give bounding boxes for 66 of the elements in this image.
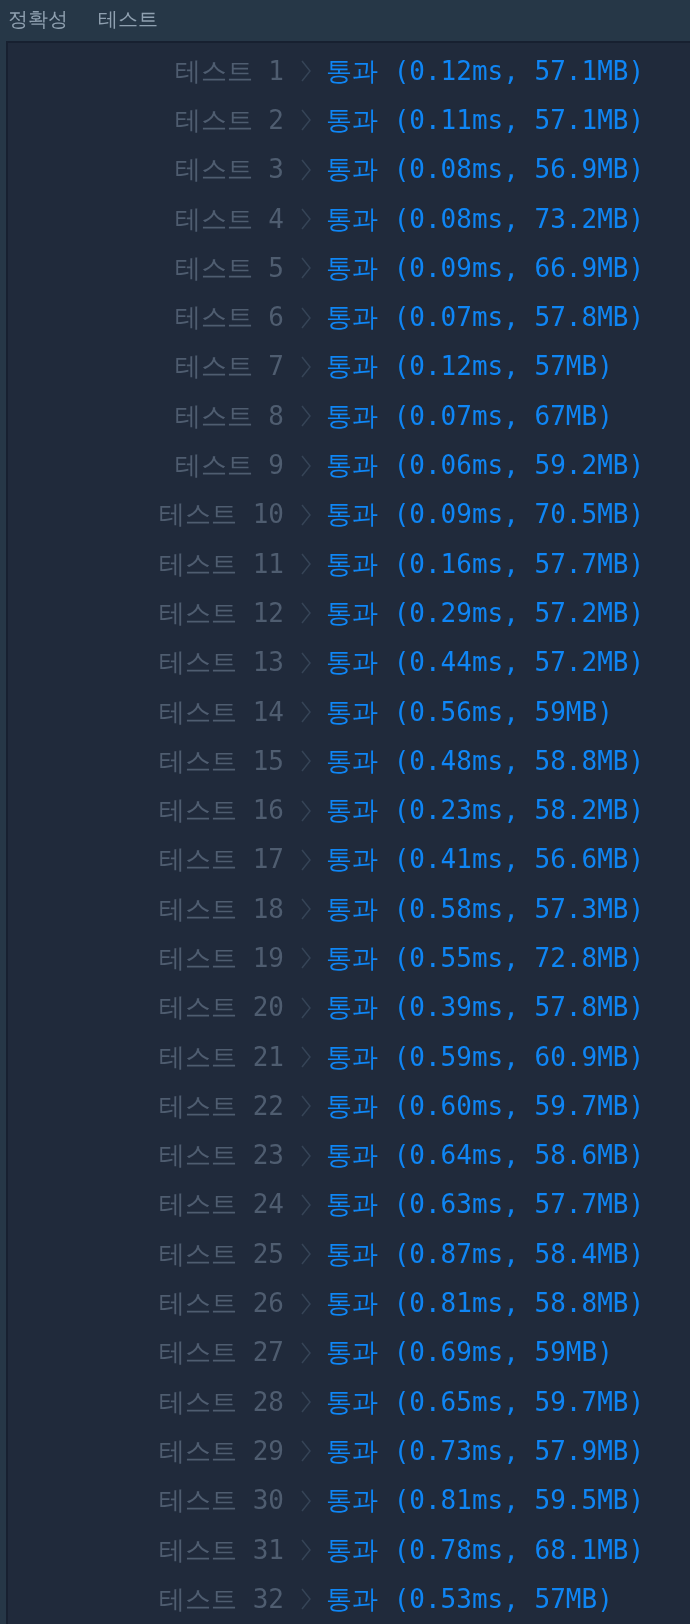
chevron-icon: [300, 157, 312, 182]
test-result: 통과 (0.63ms, 57.7MB): [326, 1188, 645, 1222]
chevron-icon: [300, 1538, 312, 1563]
header-label: 정확성: [8, 5, 68, 33]
test-result: 통과 (0.65ms, 59.7MB): [326, 1385, 645, 1419]
test-result: 통과 (0.48ms, 58.8MB): [326, 744, 645, 778]
test-result: 통과 (0.29ms, 57.2MB): [326, 596, 645, 630]
test-result: 통과 (0.81ms, 59.5MB): [326, 1484, 645, 1518]
chevron-icon: [300, 1390, 312, 1415]
test-result: 통과 (0.69ms, 59MB): [326, 1336, 613, 1370]
test-result: 통과 (0.58ms, 57.3MB): [326, 892, 645, 926]
test-result: 통과 (0.07ms, 57.8MB): [326, 301, 645, 335]
chevron-icon: [300, 453, 312, 478]
chevron-icon: [300, 404, 312, 429]
test-result: 통과 (0.78ms, 68.1MB): [326, 1533, 645, 1567]
test-result: 통과 (0.07ms, 67MB): [326, 399, 613, 433]
chevron-icon: [300, 749, 312, 774]
chevron-icon: [300, 1242, 312, 1267]
test-result: 통과 (0.59ms, 60.9MB): [326, 1040, 645, 1074]
test-result: 통과 (0.16ms, 57.7MB): [326, 547, 645, 581]
chevron-icon: [300, 1045, 312, 1070]
chevron-icon: [300, 946, 312, 971]
chevron-icon: [300, 305, 312, 330]
chevron-icon: [300, 1094, 312, 1119]
test-result: 통과 (0.11ms, 57.1MB): [326, 103, 645, 137]
chevron-icon: [300, 502, 312, 527]
header-label: 테스트: [98, 5, 158, 33]
chevron-icon: [300, 1587, 312, 1612]
test-result: 통과 (0.56ms, 59MB): [326, 695, 613, 729]
test-result: 통과 (0.55ms, 72.8MB): [326, 942, 645, 975]
test-result: 통과 (0.09ms, 66.9MB): [326, 251, 645, 285]
test-result: 통과 (0.08ms, 73.2MB): [326, 202, 645, 236]
chevron-icon: [300, 552, 312, 577]
test-result: 통과 (0.09ms, 70.5MB): [326, 498, 645, 532]
test-result: 통과 (0.08ms, 56.9MB): [326, 153, 645, 187]
test-result: 통과 (0.64ms, 58.6MB): [326, 1139, 645, 1173]
chevron-icon: [300, 207, 312, 232]
chevron-icon: [300, 354, 312, 379]
chevron-icon: [300, 995, 312, 1020]
chevron-icon: [300, 1143, 312, 1168]
chevron-icon: [300, 108, 312, 133]
chevron-icon: [300, 601, 312, 626]
chevron-icon: [300, 1439, 312, 1464]
test-result: 통과 (0.12ms, 57MB): [326, 350, 613, 384]
chevron-icon: [300, 1291, 312, 1316]
test-result: 통과 (0.81ms, 58.8MB): [326, 1287, 645, 1321]
chevron-icon: [300, 847, 312, 872]
test-result: 통과 (0.12ms, 57.1MB): [326, 54, 645, 88]
chevron-icon: [300, 798, 312, 823]
test-result: 통과 (0.87ms, 58.4MB): [326, 1237, 645, 1271]
test-result: 통과 (0.73ms, 57.9MB): [326, 1434, 645, 1468]
test-result: 통과 (0.23ms, 58.2MB): [326, 794, 645, 828]
chevron-icon: [300, 897, 312, 922]
chevron-icon: [300, 650, 312, 675]
chevron-icon: [300, 59, 312, 84]
chevron-icon: [300, 256, 312, 281]
test-result: 통과 (0.53ms, 57MB): [326, 1582, 613, 1616]
chevron-icon: [300, 1340, 312, 1365]
test-result: 통과 (0.60ms, 59.7MB): [326, 1089, 645, 1123]
chevron-icon: [300, 1192, 312, 1217]
test-result: 통과 (0.39ms, 57.8MB): [326, 991, 645, 1025]
chevron-icon: [300, 1488, 312, 1513]
test-result: 통과 (0.41ms, 56.6MB): [326, 843, 645, 877]
chevron-icon: [300, 700, 312, 724]
test-result: 통과 (0.44ms, 57.2MB): [326, 646, 645, 680]
test-result: 통과 (0.06ms, 59.2MB): [326, 449, 645, 482]
